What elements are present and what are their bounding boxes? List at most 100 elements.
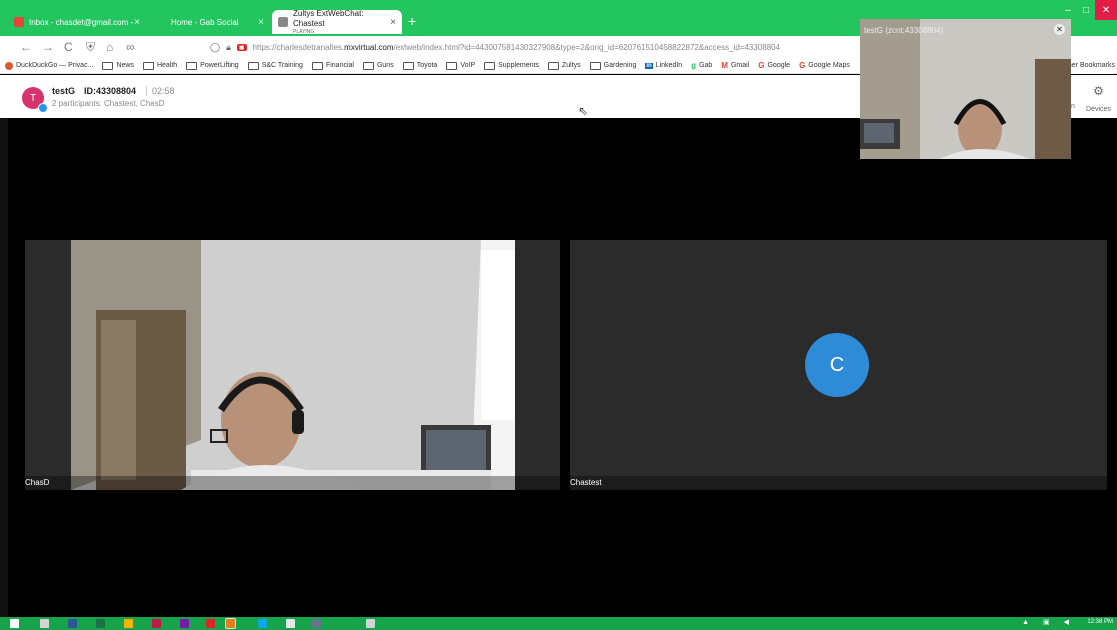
tab-playing-status: PLAYING: [293, 29, 315, 35]
browser-window: Inbox - chasdet@gmail.com - × Home - Gab…: [0, 0, 1117, 630]
folder-icon: [484, 61, 496, 70]
tab-title: Inbox - chasdet@gmail.com -: [29, 17, 134, 27]
taskbar-clock[interactable]: 12:38 PM: [1087, 619, 1113, 625]
system-tray-icons[interactable]: ▲ ▣ ◀: [1022, 618, 1075, 626]
bookmark-item[interactable]: Toyota: [402, 61, 437, 70]
folder-icon: [102, 61, 114, 70]
forward-icon[interactable]: →: [42, 39, 54, 55]
folder-icon: [142, 61, 154, 70]
url-path: /extweb/index.html?id=443007581430327908…: [393, 42, 781, 52]
bookmark-item[interactable]: Zultys: [547, 61, 581, 70]
bookmark-item[interactable]: DuckDuckGo — Privac...: [5, 61, 94, 70]
devices-button[interactable]: ⚙ Devices: [1086, 84, 1111, 116]
bookmark-label: LinkedIn: [655, 62, 683, 69]
lock-icon: 🔒︎: [226, 41, 231, 52]
bookmark-item[interactable]: Supplements: [484, 61, 539, 70]
tab-title: Zultys ExtWebChat: Chastest: [293, 9, 364, 28]
edge-icon[interactable]: [258, 619, 267, 628]
bookmark-label: S&C Training: [261, 62, 303, 69]
bookmark-item[interactable]: VoIP: [446, 61, 476, 70]
folder-icon: [247, 61, 259, 70]
bookmark-item[interactable]: M Gmail: [721, 61, 749, 70]
url-host-prefix: charlesdetranaltes.: [276, 42, 345, 52]
home-icon[interactable]: ⌂: [106, 39, 113, 55]
window-close-icon[interactable]: ✕: [1095, 0, 1117, 20]
bookmark-item[interactable]: Financial: [311, 61, 354, 70]
folder-icon: [547, 61, 559, 70]
onenote-icon[interactable]: [180, 619, 189, 628]
tab-close-icon[interactable]: ×: [134, 17, 140, 28]
app-icon[interactable]: [124, 619, 133, 628]
folder-icon: [446, 61, 458, 70]
app-icon[interactable]: [366, 619, 375, 628]
bookmark-item[interactable]: Health: [142, 61, 178, 70]
pocket-icon[interactable]: ⛨: [86, 39, 95, 55]
address-bar[interactable]: ◯ 🔒︎ ▣ https:// charlesdetranaltes. mxvi…: [210, 39, 870, 55]
bookmark-label: Health: [156, 62, 178, 69]
gmail-favicon-icon: [14, 17, 24, 27]
firefox-icon[interactable]: [225, 618, 236, 629]
app-icon[interactable]: [312, 619, 321, 628]
maximize-icon[interactable]: □: [1077, 0, 1095, 20]
bookmark-label: News: [116, 62, 134, 69]
pdf-icon[interactable]: [206, 619, 215, 628]
back-icon[interactable]: ←: [20, 39, 32, 55]
pip-title: testG (zcnt:43308804): [864, 26, 944, 35]
picture-in-picture-window[interactable]: testG (zcnt:43308804) ✕: [860, 19, 1071, 159]
google-icon: G: [758, 61, 765, 70]
bookmark-item[interactable]: News: [102, 61, 134, 70]
bookmark-label: Google Maps: [808, 62, 850, 69]
bookmark-label: DuckDuckGo — Privac...: [16, 62, 94, 69]
video-tile-chastest[interactable]: C Chastest: [570, 240, 1107, 490]
file-explorer-icon[interactable]: [40, 619, 49, 628]
close-icon[interactable]: ✕: [1054, 24, 1065, 35]
tab-close-icon[interactable]: ×: [258, 17, 264, 28]
window-controls: – □ ✕: [1059, 0, 1117, 20]
bookmark-item[interactable]: G Google: [758, 61, 790, 70]
bookmark-item[interactable]: G Google Maps: [799, 61, 850, 70]
url-host: mxvirtual.com: [344, 42, 394, 52]
app-icon[interactable]: [340, 619, 349, 628]
reload-icon[interactable]: C: [64, 39, 73, 55]
bookmark-item[interactable]: S&C Training: [247, 61, 303, 70]
tab-gab[interactable]: Home - Gab Social ×: [150, 10, 270, 34]
devices-label: Devices: [1086, 106, 1111, 113]
start-icon[interactable]: [10, 619, 19, 628]
extension-icon[interactable]: ∞: [126, 39, 135, 55]
bookmark-label: Guns: [376, 62, 394, 69]
tab-zultys-chat[interactable]: Zultys ExtWebChat: Chastest PLAYING ×: [272, 9, 402, 35]
bookmark-item[interactable]: PowerLifting: [186, 61, 239, 70]
folder-icon: [311, 61, 323, 70]
bookmark-label: VoIP: [460, 62, 476, 69]
bookmark-label: Gab: [699, 62, 713, 69]
access-icon[interactable]: [152, 619, 161, 628]
tab-close-icon[interactable]: ×: [390, 17, 396, 28]
word-icon[interactable]: [68, 619, 77, 628]
toolbar-truncated-label: n: [1071, 103, 1075, 110]
tab-title: Home - Gab Social: [171, 17, 239, 27]
camera-permission-icon[interactable]: ▣: [236, 43, 247, 51]
folder-icon: [186, 61, 198, 70]
bookmark-item[interactable]: g Gab: [691, 61, 712, 70]
windows-taskbar: ▲ ▣ ◀ 12:38 PM: [0, 617, 1117, 630]
new-tab-button[interactable]: +: [408, 13, 416, 29]
minimize-icon[interactable]: –: [1059, 0, 1077, 20]
mouse-cursor-icon: ⇖: [578, 104, 589, 118]
linkedin-icon: in: [645, 62, 653, 69]
url-scheme: https://: [252, 42, 277, 52]
folder-icon: [362, 61, 374, 70]
participant-avatar-chastest: C: [805, 333, 869, 397]
zultys-favicon-icon: [278, 17, 288, 27]
bookmark-item[interactable]: Guns: [362, 61, 394, 70]
folder-icon: [402, 61, 414, 70]
bookmark-item[interactable]: Gardening: [589, 61, 636, 70]
excel-icon[interactable]: [96, 619, 105, 628]
tab-gmail[interactable]: Inbox - chasdet@gmail.com - ×: [8, 10, 146, 34]
call-name: testG: [52, 86, 76, 96]
bookmark-label: Gmail: [730, 62, 750, 69]
video-tile-chasd[interactable]: ChasD: [25, 240, 560, 490]
bookmark-item[interactable]: in LinkedIn: [645, 62, 682, 69]
gear-icon: ⚙: [1093, 84, 1104, 98]
bookmark-label: Google: [767, 62, 791, 69]
app-icon[interactable]: [286, 619, 295, 628]
